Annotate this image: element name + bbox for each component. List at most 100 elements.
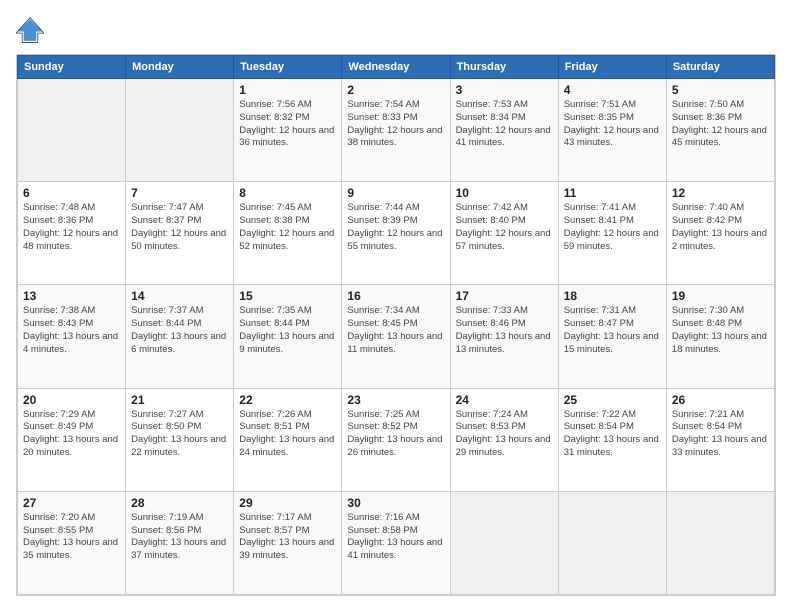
day-cell: 4 Sunrise: 7:51 AMSunset: 8:35 PMDaylight… [558, 79, 666, 182]
day-number: 24 [456, 393, 553, 407]
weekday-header-friday: Friday [558, 56, 666, 79]
day-number: 23 [347, 393, 444, 407]
day-number: 14 [131, 289, 228, 303]
day-cell: 11 Sunrise: 7:41 AMSunset: 8:41 PMDayligh… [558, 182, 666, 285]
day-cell: 21 Sunrise: 7:27 AMSunset: 8:50 PMDayligh… [126, 388, 234, 491]
day-detail: Sunrise: 7:31 AMSunset: 8:47 PMDaylight:… [564, 305, 661, 356]
day-detail: Sunrise: 7:47 AMSunset: 8:37 PMDaylight:… [131, 202, 228, 253]
day-detail: Sunrise: 7:35 AMSunset: 8:44 PMDaylight:… [239, 305, 336, 356]
day-cell: 10Sunrise: 7:42 AMSunset: 8:40 PMDayligh… [450, 182, 558, 285]
day-number: 2 [347, 83, 444, 97]
day-detail: Sunrise: 7:21 AMSunset: 8:54 PMDaylight:… [672, 409, 769, 460]
day-detail: Sunrise: 7:53 AMSunset: 8:34 PMDaylight:… [456, 99, 553, 150]
day-detail: Sunrise: 7:51 AMSunset: 8:35 PMDaylight:… [564, 99, 661, 150]
day-cell: 19 Sunrise: 7:30 AMSunset: 8:48 PMDayligh… [666, 285, 774, 388]
logo [16, 16, 48, 44]
day-cell: 7 Sunrise: 7:47 AMSunset: 8:37 PMDaylight… [126, 182, 234, 285]
day-cell: 28Sunrise: 7:19 AMSunset: 8:56 PMDayligh… [126, 491, 234, 594]
weekday-header-wednesday: Wednesday [342, 56, 450, 79]
day-cell: 5 Sunrise: 7:50 AMSunset: 8:36 PMDaylight… [666, 79, 774, 182]
week-row-3: 13 Sunrise: 7:38 AMSunset: 8:43 PMDayligh… [18, 285, 775, 388]
day-detail: Sunrise: 7:33 AMSunset: 8:46 PMDaylight:… [456, 305, 553, 356]
day-cell: 9 Sunrise: 7:44 AMSunset: 8:39 PMDaylight… [342, 182, 450, 285]
day-number: 20 [23, 393, 120, 407]
day-number: 13 [23, 289, 120, 303]
day-number: 18 [564, 289, 661, 303]
day-detail: Sunrise: 7:26 AMSunset: 8:51 PMDaylight:… [239, 409, 336, 460]
day-number: 16 [347, 289, 444, 303]
day-cell: 17 Sunrise: 7:33 AMSunset: 8:46 PMDayligh… [450, 285, 558, 388]
day-cell: 25 Sunrise: 7:22 AMSunset: 8:54 PMDayligh… [558, 388, 666, 491]
day-number: 25 [564, 393, 661, 407]
day-cell: 14 Sunrise: 7:37 AMSunset: 8:44 PMDayligh… [126, 285, 234, 388]
day-cell: 24 Sunrise: 7:24 AMSunset: 8:53 PMDayligh… [450, 388, 558, 491]
day-number: 19 [672, 289, 769, 303]
day-detail: Sunrise: 7:30 AMSunset: 8:48 PMDaylight:… [672, 305, 769, 356]
day-detail: Sunrise: 7:40 AMSunset: 8:42 PMDaylight:… [672, 202, 769, 253]
weekday-header-saturday: Saturday [666, 56, 774, 79]
day-cell: 27 Sunrise: 7:20 AMSunset: 8:55 PMDayligh… [18, 491, 126, 594]
week-row-1: 1 Sunrise: 7:56 AMSunset: 8:32 PMDaylight… [18, 79, 775, 182]
day-cell: 1 Sunrise: 7:56 AMSunset: 8:32 PMDaylight… [234, 79, 342, 182]
day-cell: 3 Sunrise: 7:53 AMSunset: 8:34 PMDaylight… [450, 79, 558, 182]
day-detail: Sunrise: 7:41 AMSunset: 8:41 PMDaylight:… [564, 202, 661, 253]
weekday-header-tuesday: Tuesday [234, 56, 342, 79]
day-cell: 22 Sunrise: 7:26 AMSunset: 8:51 PMDayligh… [234, 388, 342, 491]
day-number: 11 [564, 186, 661, 200]
day-cell: 30Sunrise: 7:16 AMSunset: 8:58 PMDayligh… [342, 491, 450, 594]
day-detail: Sunrise: 7:54 AMSunset: 8:33 PMDaylight:… [347, 99, 444, 150]
day-detail: Sunrise: 7:48 AMSunset: 8:36 PMDaylight:… [23, 202, 120, 253]
day-number: 26 [672, 393, 769, 407]
day-detail: Sunrise: 7:34 AMSunset: 8:45 PMDaylight:… [347, 305, 444, 356]
day-cell: 20 Sunrise: 7:29 AMSunset: 8:49 PMDayligh… [18, 388, 126, 491]
day-number: 5 [672, 83, 769, 97]
day-detail: Sunrise: 7:38 AMSunset: 8:43 PMDaylight:… [23, 305, 120, 356]
day-cell: 6 Sunrise: 7:48 AMSunset: 8:36 PMDaylight… [18, 182, 126, 285]
day-detail: Sunrise: 7:27 AMSunset: 8:50 PMDaylight:… [131, 409, 228, 460]
week-row-4: 20 Sunrise: 7:29 AMSunset: 8:49 PMDayligh… [18, 388, 775, 491]
day-detail: Sunrise: 7:37 AMSunset: 8:44 PMDaylight:… [131, 305, 228, 356]
day-number: 22 [239, 393, 336, 407]
day-number: 29 [239, 496, 336, 510]
day-cell: 29 Sunrise: 7:17 AMSunset: 8:57 PMDayligh… [234, 491, 342, 594]
logo-icon [16, 16, 44, 44]
day-detail: Sunrise: 7:24 AMSunset: 8:53 PMDaylight:… [456, 409, 553, 460]
weekday-header-row: SundayMondayTuesdayWednesdayThursdayFrid… [18, 56, 775, 79]
day-detail: Sunrise: 7:29 AMSunset: 8:49 PMDaylight:… [23, 409, 120, 460]
day-number: 21 [131, 393, 228, 407]
day-cell: 15 Sunrise: 7:35 AMSunset: 8:44 PMDayligh… [234, 285, 342, 388]
day-cell [558, 491, 666, 594]
weekday-header-monday: Monday [126, 56, 234, 79]
day-number: 6 [23, 186, 120, 200]
day-detail: Sunrise: 7:19 AMSunset: 8:56 PMDaylight:… [131, 512, 228, 563]
day-detail: Sunrise: 7:44 AMSunset: 8:39 PMDaylight:… [347, 202, 444, 253]
day-detail: Sunrise: 7:50 AMSunset: 8:36 PMDaylight:… [672, 99, 769, 150]
day-cell: 2 Sunrise: 7:54 AMSunset: 8:33 PMDaylight… [342, 79, 450, 182]
day-cell: 23 Sunrise: 7:25 AMSunset: 8:52 PMDayligh… [342, 388, 450, 491]
day-number: 7 [131, 186, 228, 200]
day-number: 17 [456, 289, 553, 303]
day-detail: Sunrise: 7:17 AMSunset: 8:57 PMDaylight:… [239, 512, 336, 563]
day-cell: 18 Sunrise: 7:31 AMSunset: 8:47 PMDayligh… [558, 285, 666, 388]
day-number: 27 [23, 496, 120, 510]
day-number: 4 [564, 83, 661, 97]
page: SundayMondayTuesdayWednesdayThursdayFrid… [0, 0, 792, 612]
day-cell: 26 Sunrise: 7:21 AMSunset: 8:54 PMDayligh… [666, 388, 774, 491]
day-number: 10 [456, 186, 553, 200]
day-number: 1 [239, 83, 336, 97]
day-detail: Sunrise: 7:16 AMSunset: 8:58 PMDaylight:… [347, 512, 444, 563]
day-cell: 16 Sunrise: 7:34 AMSunset: 8:45 PMDayligh… [342, 285, 450, 388]
weekday-header-sunday: Sunday [18, 56, 126, 79]
day-detail: Sunrise: 7:22 AMSunset: 8:54 PMDaylight:… [564, 409, 661, 460]
day-number: 3 [456, 83, 553, 97]
day-detail: Sunrise: 7:25 AMSunset: 8:52 PMDaylight:… [347, 409, 444, 460]
calendar: SundayMondayTuesdayWednesdayThursdayFrid… [16, 54, 776, 596]
day-detail: Sunrise: 7:56 AMSunset: 8:32 PMDaylight:… [239, 99, 336, 150]
day-number: 9 [347, 186, 444, 200]
day-number: 12 [672, 186, 769, 200]
day-number: 15 [239, 289, 336, 303]
header [16, 16, 776, 44]
day-cell [666, 491, 774, 594]
day-detail: Sunrise: 7:20 AMSunset: 8:55 PMDaylight:… [23, 512, 120, 563]
day-cell [18, 79, 126, 182]
